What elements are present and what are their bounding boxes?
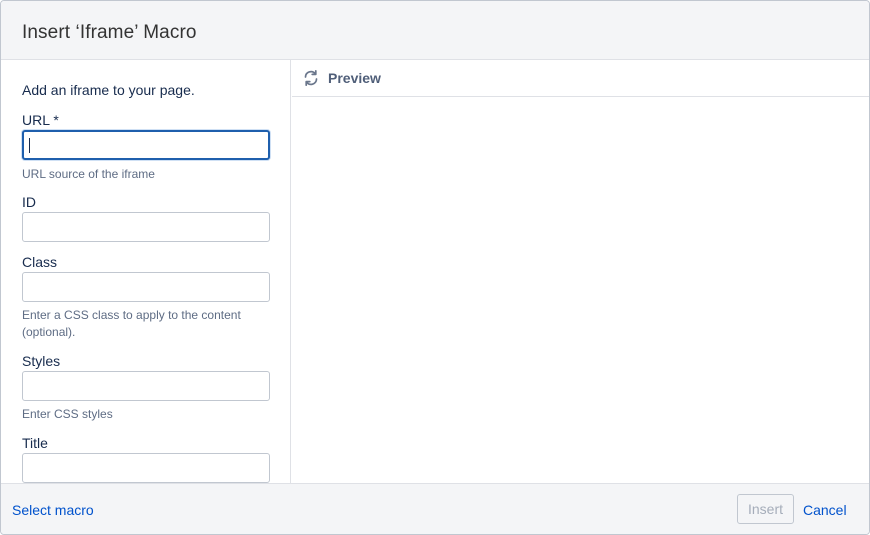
dialog-title: Insert ‘Iframe’ Macro [22,22,197,43]
id-input[interactable] [22,212,270,242]
preview-label: Preview [328,70,381,86]
form-intro: Add an iframe to your page. [22,82,195,98]
class-input[interactable] [22,272,270,302]
select-macro-link[interactable]: Select macro [12,502,94,518]
preview-bar[interactable]: Preview [292,60,869,97]
class-help: Enter a CSS class to apply to the conten… [22,308,241,339]
url-help: URL source of the iframe [22,167,155,181]
dialog-header: Insert ‘Iframe’ Macro [1,1,869,60]
class-label: Class [22,254,58,270]
refresh-icon[interactable] [302,69,320,87]
url-label: URL * [22,112,59,128]
insert-button[interactable]: Insert [737,494,794,524]
text-caret [29,138,30,153]
title-input[interactable] [22,453,270,483]
title-label: Title [22,435,48,451]
preview-frame [292,98,869,483]
preview-panel: Preview [292,60,869,483]
macro-parameters-panel[interactable]: Add an iframe to your page. URL * URL so… [1,60,291,483]
insert-iframe-macro-dialog: Insert ‘Iframe’ Macro Add an iframe to y… [0,0,870,535]
styles-help: Enter CSS styles [22,407,113,421]
id-label: ID [22,194,36,210]
styles-label: Styles [22,353,61,369]
styles-input[interactable] [22,371,270,401]
url-input[interactable] [22,130,270,160]
dialog-footer: Select macro Insert Cancel [1,483,869,534]
cancel-link[interactable]: Cancel [803,502,847,518]
